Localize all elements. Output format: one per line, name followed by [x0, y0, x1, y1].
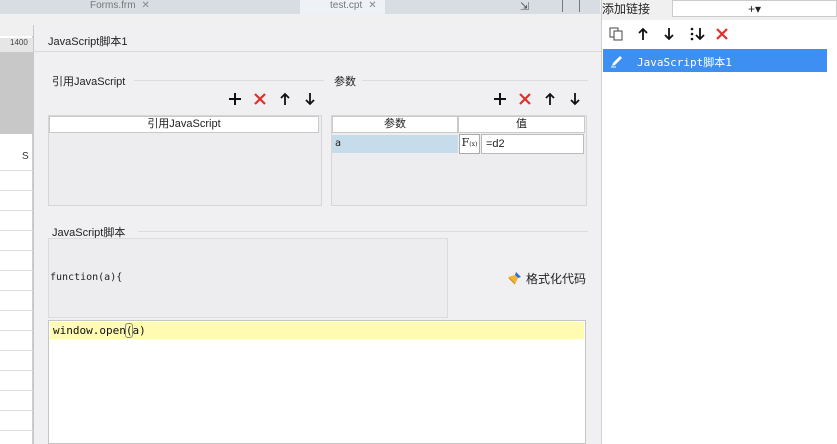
column-header: S [22, 151, 29, 162]
move-link-bottom-button[interactable] [685, 25, 711, 43]
delete-icon [254, 93, 266, 105]
params-name-header: 参数 [332, 116, 458, 133]
link-list-item[interactable]: JavaScript脚本1 [603, 49, 827, 72]
plus-icon [229, 93, 241, 105]
copy-icon [609, 27, 623, 41]
delete-icon [716, 28, 728, 40]
copy-link-button[interactable] [606, 25, 626, 43]
dialog-title: JavaScript脚本1 [48, 36, 128, 48]
ruler-label: 1400 [10, 38, 28, 47]
expand-icon[interactable]: ⇲ [520, 0, 550, 14]
javascript-dialog: JavaScript脚本1 引用JavaScript 引用JavaScript … [33, 25, 602, 444]
tab-forms[interactable]: Forms.frm ✕ [90, 0, 150, 14]
script-editor[interactable]: window.open(a) [48, 320, 586, 444]
divider [362, 80, 588, 81]
row-line [0, 230, 33, 231]
format-code-button[interactable]: 格式化代码 [506, 270, 586, 287]
divider [138, 231, 588, 232]
row-line [0, 290, 33, 291]
arrow-up-icon [280, 92, 290, 105]
plus-dropdown-icon: +▾ [747, 1, 762, 16]
imports-section-title: 引用JavaScript [52, 76, 126, 88]
delete-link-button[interactable] [712, 25, 732, 43]
close-icon[interactable]: ✕ [368, 0, 376, 11]
row-line [0, 190, 33, 191]
code-text: a) [132, 324, 146, 337]
row-line [0, 330, 33, 331]
divider [34, 51, 602, 52]
row-line [0, 270, 33, 271]
fx-sub: (x) [469, 141, 478, 148]
param-name-cell[interactable]: a [332, 135, 458, 153]
sheet-selected-area [0, 52, 33, 134]
function-signature: function(a){ [50, 272, 123, 283]
move-link-up-button[interactable] [633, 25, 653, 43]
background-tab-strip: Forms.frm ✕ test.cpt ✕ ⇲ [0, 0, 600, 14]
row-line [0, 170, 33, 171]
add-link-dropdown[interactable]: +▾ [672, 0, 837, 17]
imports-column-header: 引用JavaScript [49, 116, 319, 133]
grid-icon[interactable] [562, 0, 580, 12]
link-panel-header: 添加链接 +▾ [602, 0, 837, 20]
param-value-input[interactable]: =d2 [481, 134, 584, 154]
params-section-title: 参数 [334, 76, 356, 88]
code-text: window.open [53, 324, 126, 337]
move-import-up-button[interactable] [275, 90, 295, 108]
arrow-down-icon [664, 28, 674, 41]
row-line [0, 310, 33, 311]
row-line [0, 410, 33, 411]
formula-button[interactable]: F(x) [459, 134, 480, 154]
params-value-header: 值 [458, 116, 585, 133]
arrow-up-icon [638, 27, 648, 40]
row-line [0, 210, 33, 211]
add-link-label: 添加链接 [602, 2, 651, 16]
arrow-down-icon [305, 93, 315, 106]
pencil-icon [611, 56, 622, 68]
row-line [0, 390, 33, 391]
row-line [0, 250, 33, 251]
link-item-label: JavaScript脚本1 [637, 56, 732, 69]
divider [134, 80, 324, 81]
delete-import-button[interactable] [250, 90, 270, 108]
row-line [0, 370, 33, 371]
add-import-button[interactable] [225, 90, 245, 108]
close-icon[interactable]: ✕ [142, 0, 150, 11]
arrow-down-icon [570, 93, 580, 106]
broom-icon [508, 271, 521, 284]
tab-test[interactable]: test.cpt ✕ [300, 0, 385, 14]
plus-icon [494, 93, 506, 105]
link-toolbar [602, 22, 837, 46]
tab-forms-label: Forms.frm [90, 0, 136, 11]
row-line [0, 350, 33, 351]
editor-code-line: window.open(a) [53, 323, 146, 338]
move-param-down-button[interactable] [565, 90, 585, 108]
move-param-up-button[interactable] [540, 90, 560, 108]
ruler: 1400 [0, 38, 33, 52]
add-param-button[interactable] [490, 90, 510, 108]
delete-icon [519, 93, 531, 105]
arrow-up-icon [545, 92, 555, 105]
tab-test-label: test.cpt [330, 0, 363, 11]
move-link-down-button[interactable] [659, 25, 679, 43]
format-code-label: 格式化代码 [526, 272, 587, 286]
move-import-down-button[interactable] [300, 90, 320, 108]
delete-param-button[interactable] [515, 90, 535, 108]
row-line [0, 430, 33, 431]
link-panel: 添加链接 +▾ JavaScript脚本1 [601, 0, 837, 444]
move-bottom-icon [690, 27, 705, 41]
